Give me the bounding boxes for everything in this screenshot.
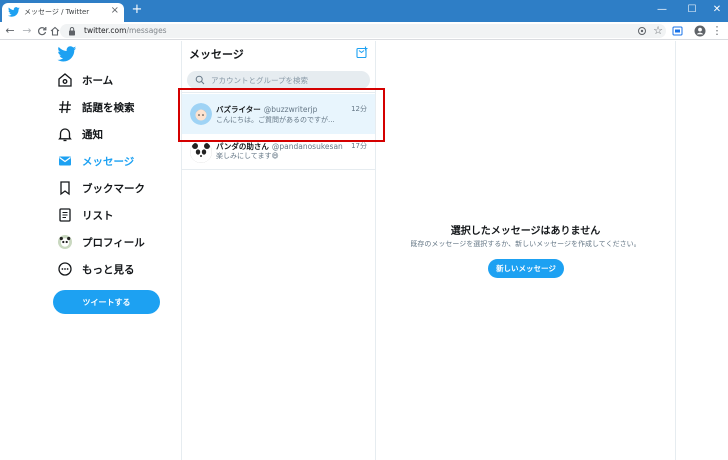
browser-tab-strip: メッセージ / Twitter × + — ☐ ✕ <box>0 0 728 22</box>
maximize-icon[interactable]: ☐ <box>685 3 699 17</box>
address-bar[interactable]: twitter.com/messages <box>60 24 666 38</box>
nav-item-explore[interactable]: 話題を検索 <box>52 95 172 119</box>
home-browser-icon[interactable] <box>50 26 60 36</box>
tweet-button[interactable]: ツイートする <box>53 290 160 314</box>
envelope-icon <box>59 156 71 166</box>
nav-item-bookmarks[interactable]: ブックマーク <box>52 176 172 200</box>
column-divider <box>675 41 676 460</box>
tab-close-icon[interactable]: × <box>111 5 119 17</box>
search-input[interactable] <box>211 73 361 87</box>
back-icon[interactable]: ← <box>3 24 17 38</box>
lock-icon <box>69 27 75 36</box>
bookmark-star-icon[interactable]: ☆ <box>651 24 665 38</box>
nav-label-notifications: 通知 <box>82 128 103 141</box>
twitter-logo-icon[interactable] <box>57 46 77 62</box>
left-navigation: ホーム 話題を検索 通知 メッセージ ブックマーク リスト プロフィール もっと… <box>0 41 181 460</box>
menu-kebab-icon[interactable]: ⋮ <box>710 24 724 38</box>
search-icon <box>195 75 205 85</box>
nav-item-home[interactable]: ホーム <box>52 68 172 92</box>
site-settings-icon[interactable] <box>637 26 647 36</box>
minimize-icon[interactable]: — <box>655 3 669 17</box>
nav-label-explore: 話題を検索 <box>82 101 135 114</box>
nav-label-more: もっと見る <box>82 263 135 276</box>
conversation-handle: @pandanosukesan <box>271 142 343 151</box>
new-message-compose-icon[interactable] <box>356 46 369 59</box>
avatar <box>190 141 212 163</box>
bell-icon <box>58 128 72 142</box>
more-icon <box>58 262 72 276</box>
nav-item-messages[interactable]: メッセージ <box>52 149 172 173</box>
empty-state-title: 選択したメッセージはありません <box>450 226 601 237</box>
profile-icon[interactable] <box>694 25 706 37</box>
reload-icon[interactable] <box>37 26 47 36</box>
nav-item-notifications[interactable]: 通知 <box>52 122 172 146</box>
bookmark-icon <box>60 181 70 196</box>
conversation-preview: 楽しみにしてます😄 <box>216 152 279 160</box>
new-tab-button[interactable]: + <box>131 3 143 16</box>
avatar-icon <box>58 235 72 249</box>
message-search-box[interactable] <box>187 71 370 89</box>
hashtag-icon <box>59 100 71 114</box>
window-close-icon[interactable]: ✕ <box>710 3 724 17</box>
list-icon <box>59 208 71 222</box>
home-icon <box>58 73 72 87</box>
nav-label-lists: リスト <box>82 209 114 222</box>
twitter-favicon-icon <box>8 7 20 17</box>
nav-item-profile[interactable]: プロフィール <box>52 230 172 254</box>
extension-icon[interactable] <box>672 26 683 36</box>
highlight-annotation-box <box>178 88 385 142</box>
nav-label-home: ホーム <box>82 74 114 87</box>
tab-title: メッセージ / Twitter <box>24 8 90 16</box>
browser-toolbar: ← → twitter.com/messages ☆ ⋮ <box>0 22 728 40</box>
nav-item-more[interactable]: もっと見る <box>52 257 172 281</box>
nav-label-messages: メッセージ <box>82 155 135 168</box>
browser-tab[interactable]: メッセージ / Twitter × <box>2 3 124 22</box>
url-text: twitter.com/messages <box>84 26 167 35</box>
nav-label-bookmarks: ブックマーク <box>82 182 145 195</box>
conversation-time: 17分 <box>351 142 367 150</box>
empty-state-description: 既存のメッセージを選択するか、新しいメッセージを作成してください。 <box>410 240 641 248</box>
forward-icon[interactable]: → <box>20 24 34 38</box>
messages-title: メッセージ <box>189 48 244 61</box>
new-message-button[interactable]: 新しいメッセージ <box>488 259 564 278</box>
nav-label-profile: プロフィール <box>82 236 145 249</box>
nav-item-lists[interactable]: リスト <box>52 203 172 227</box>
